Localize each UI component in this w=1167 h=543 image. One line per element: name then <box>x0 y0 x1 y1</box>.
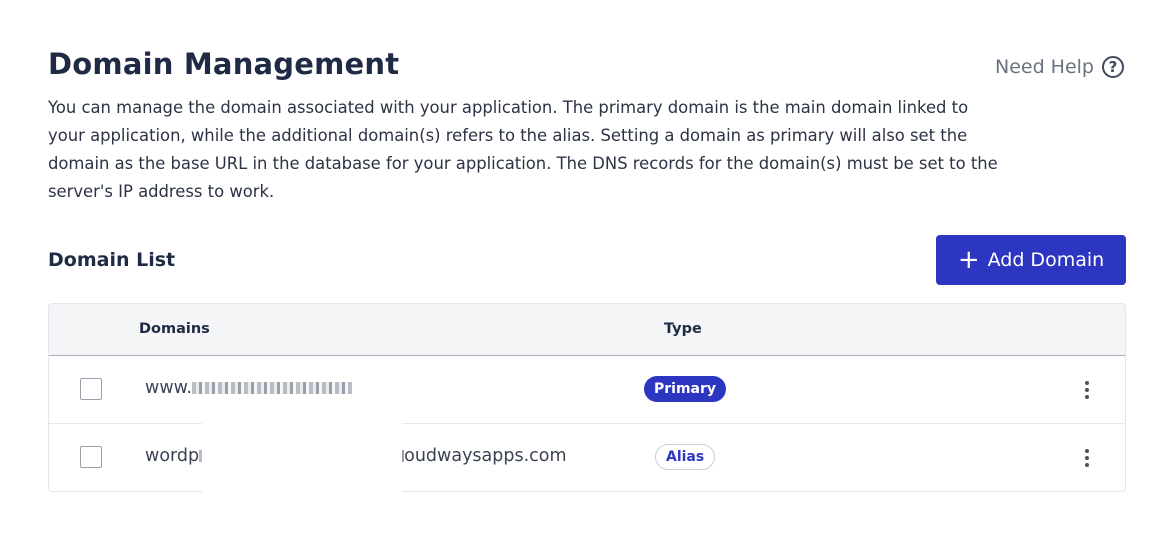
add-domain-label: Add Domain <box>987 249 1105 271</box>
domain-suffix: oudwaysapps.com <box>404 446 567 466</box>
need-help-link[interactable]: Need Help ? <box>995 56 1124 78</box>
column-header-type: Type <box>664 321 702 337</box>
column-header-domains: Domains <box>139 321 210 337</box>
plus-icon: + <box>957 245 980 275</box>
row-checkbox[interactable] <box>80 378 102 400</box>
page-description: You can manage the domain associated wit… <box>48 98 998 201</box>
row-more-options-icon[interactable] <box>1079 378 1095 402</box>
type-badge-primary: Primary <box>644 376 727 402</box>
domain-prefix: www. <box>145 378 192 398</box>
page-title: Domain Management <box>48 47 400 81</box>
redaction-overlay <box>202 420 402 492</box>
type-badge-alias: Alias <box>655 444 716 470</box>
domain-list-title: Domain List <box>48 249 176 271</box>
row-checkbox[interactable] <box>80 446 102 468</box>
domain-name: www. <box>145 378 352 398</box>
row-more-options-icon[interactable] <box>1079 446 1095 470</box>
add-domain-button[interactable]: + Add Domain <box>936 235 1126 285</box>
question-circle-icon[interactable]: ? <box>1102 56 1124 78</box>
need-help-label: Need Help <box>994 56 1094 78</box>
table-row: www. Primary <box>49 356 1125 424</box>
domain-prefix: wordp <box>145 446 200 466</box>
table-header: Domains Type <box>49 304 1125 356</box>
redacted-domain <box>191 382 352 394</box>
